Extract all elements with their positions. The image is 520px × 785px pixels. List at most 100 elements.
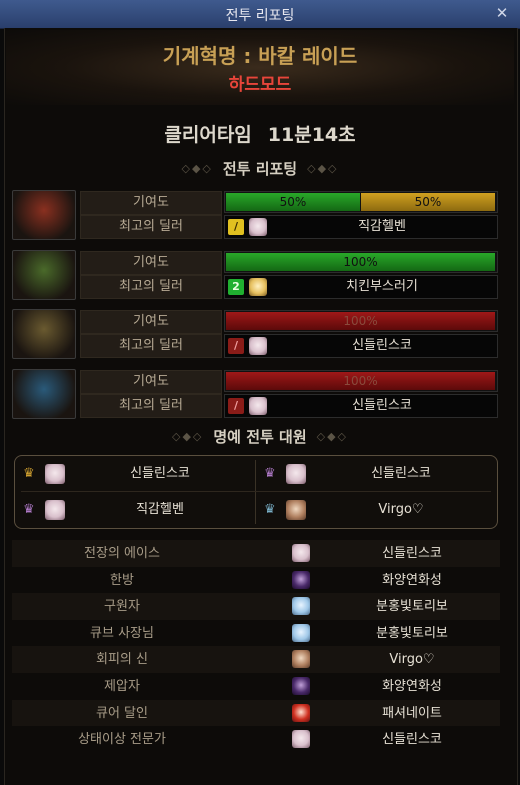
contribution-segment: 50% <box>226 193 360 211</box>
top-dealer-label: 최고의 딜러 <box>80 275 222 299</box>
member-name: 신들린스코 <box>130 466 190 481</box>
award-row[interactable]: 큐브 사장님 분홍빛토리보 <box>12 620 500 647</box>
honor-members-panel: ♛ 신들린스코 ♛ 신들린스코 ♛ 직감헬벤 ♛ Virgo♡ <box>14 455 498 529</box>
honor-member[interactable]: ♛ Virgo♡ <box>256 493 496 527</box>
ornament-icon: ◇◆◇ <box>307 162 339 175</box>
top-dealer[interactable]: / 신들린스코 <box>224 334 498 358</box>
awards-list: 전장의 에이스 신들린스코 한방 화양연화성 구원자 분홍빛토리보 큐브 사장님 분홍빛토리보… <box>12 540 500 753</box>
boss-row: 기여도 최고의 딜러 100% / 신들린스코 <box>10 309 500 359</box>
avatar <box>292 570 310 589</box>
award-row[interactable]: 회피의 신 Virgo♡ <box>12 646 500 673</box>
contribution-bar: 100% <box>224 370 498 392</box>
close-icon[interactable]: ✕ <box>492 3 512 23</box>
award-row[interactable]: 구원자 분홍빛토리보 <box>12 593 500 620</box>
contribution-segment: 100% <box>226 312 495 330</box>
dealer-name: 신들린스코 <box>352 338 412 353</box>
avatar <box>292 650 310 669</box>
award-row[interactable]: 제압자 화양연화성 <box>12 673 500 700</box>
top-dealer[interactable]: / 신들린스코 <box>224 394 498 418</box>
award-player: 신들린스코 <box>382 732 442 748</box>
award-player: 신들린스코 <box>382 546 442 561</box>
award-player: 화양연화성 <box>382 678 442 694</box>
award-title: 큐어 달인 <box>96 705 148 721</box>
section-title: 전투 리포팅 <box>222 160 298 178</box>
raid-mode: 하드모드 <box>228 75 292 95</box>
member-name: Virgo♡ <box>378 502 424 517</box>
title-bar[interactable]: 전투 리포팅 ✕ <box>0 0 520 29</box>
boss-row: 기여도 최고의 딜러 100% / 신들린스코 <box>10 369 500 419</box>
contribution-segment: 50% <box>361 193 495 211</box>
boss-row: 기여도 최고의 딜러 50% 50% / 직감헬벤 <box>10 190 500 240</box>
avatar <box>249 218 267 236</box>
boss-portrait <box>12 309 76 359</box>
award-player: 패셔네이트 <box>382 705 442 721</box>
job-icon: / <box>228 219 244 235</box>
award-title: 회피의 신 <box>96 652 148 668</box>
award-title: 한방 <box>110 572 134 588</box>
contribution-label: 기여도 <box>80 370 222 394</box>
crown-icon: ♛ <box>23 466 35 481</box>
honor-member[interactable]: ♛ 신들린스코 <box>256 457 496 491</box>
top-dealer[interactable]: / 직감헬벤 <box>224 215 498 239</box>
top-dealer[interactable]: 2 치킨부스러기 <box>224 275 498 299</box>
award-player: 분홍빛토리보 <box>376 599 448 615</box>
award-row[interactable]: 큐어 달인 패셔네이트 <box>12 699 500 727</box>
crown-icon: ♛ <box>23 502 35 517</box>
award-row[interactable]: 한방 화양연화성 <box>12 567 500 594</box>
honor-member[interactable]: ♛ 신들린스코 <box>15 457 255 491</box>
award-title: 전장의 에이스 <box>84 546 160 561</box>
job-icon: / <box>228 338 244 354</box>
avatar <box>286 464 306 484</box>
avatar <box>292 703 310 722</box>
ornament-icon: ◇◆◇ <box>181 162 213 175</box>
avatar <box>286 500 306 520</box>
dealer-name: 신들린스코 <box>352 398 412 413</box>
contribution-bar: 100% <box>224 251 498 273</box>
contribution-label: 기여도 <box>80 310 222 334</box>
section-title: 명예 전투 대원 <box>213 428 307 446</box>
contribution-bar: 50% 50% <box>224 191 498 213</box>
dealer-name: 치킨부스러기 <box>346 279 418 294</box>
contribution-label: 기여도 <box>80 251 222 275</box>
award-row[interactable]: 상태이상 전문가 신들린스코 <box>12 726 500 753</box>
clear-time-label: 클리어타임 <box>164 124 252 146</box>
dealer-name: 직감헬벤 <box>358 219 406 234</box>
boss-portrait <box>12 250 76 300</box>
avatar <box>45 500 65 520</box>
job-icon: / <box>228 398 244 414</box>
avatar <box>292 597 310 616</box>
avatar <box>249 278 267 296</box>
contribution-segment: 100% <box>226 253 495 271</box>
avatar <box>249 397 267 415</box>
award-player: 분홍빛토리보 <box>376 625 448 641</box>
award-title: 큐브 사장님 <box>90 625 154 641</box>
divider <box>21 491 491 492</box>
award-player: Virgo♡ <box>389 652 435 668</box>
boss-portrait <box>12 369 76 419</box>
avatar <box>292 676 310 695</box>
honor-member[interactable]: ♛ 직감헬벤 <box>15 493 255 527</box>
job-icon: 2 <box>228 279 244 295</box>
crown-icon: ♛ <box>264 466 276 481</box>
boss-row: 기여도 최고의 딜러 100% 2 치킨부스러기 <box>10 250 500 300</box>
contribution-label: 기여도 <box>80 191 222 215</box>
contribution-bar: 100% <box>224 310 498 332</box>
award-title: 구원자 <box>104 599 140 615</box>
top-dealer-label: 최고의 딜러 <box>80 334 222 358</box>
boss-portrait <box>12 190 76 240</box>
top-dealer-label: 최고의 딜러 <box>80 394 222 418</box>
avatar <box>292 544 310 562</box>
member-name: 직감헬벤 <box>136 502 184 517</box>
window-title: 전투 리포팅 <box>225 8 295 24</box>
clear-time-value: 11분14초 <box>267 124 356 146</box>
avatar <box>292 623 310 642</box>
ornament-icon: ◇◆◇ <box>316 430 349 443</box>
section-honor: ◇◆◇ 명예 전투 대원 ◇◆◇ <box>0 426 520 447</box>
top-dealer-label: 최고의 딜러 <box>80 215 222 239</box>
award-title: 상태이상 전문가 <box>78 732 166 748</box>
member-name: 신들린스코 <box>371 466 431 481</box>
ornament-icon: ◇◆◇ <box>171 430 204 443</box>
award-row[interactable]: 전장의 에이스 신들린스코 <box>12 540 500 567</box>
avatar <box>249 337 267 355</box>
clear-time: 클리어타임 11분14초 <box>0 120 520 147</box>
